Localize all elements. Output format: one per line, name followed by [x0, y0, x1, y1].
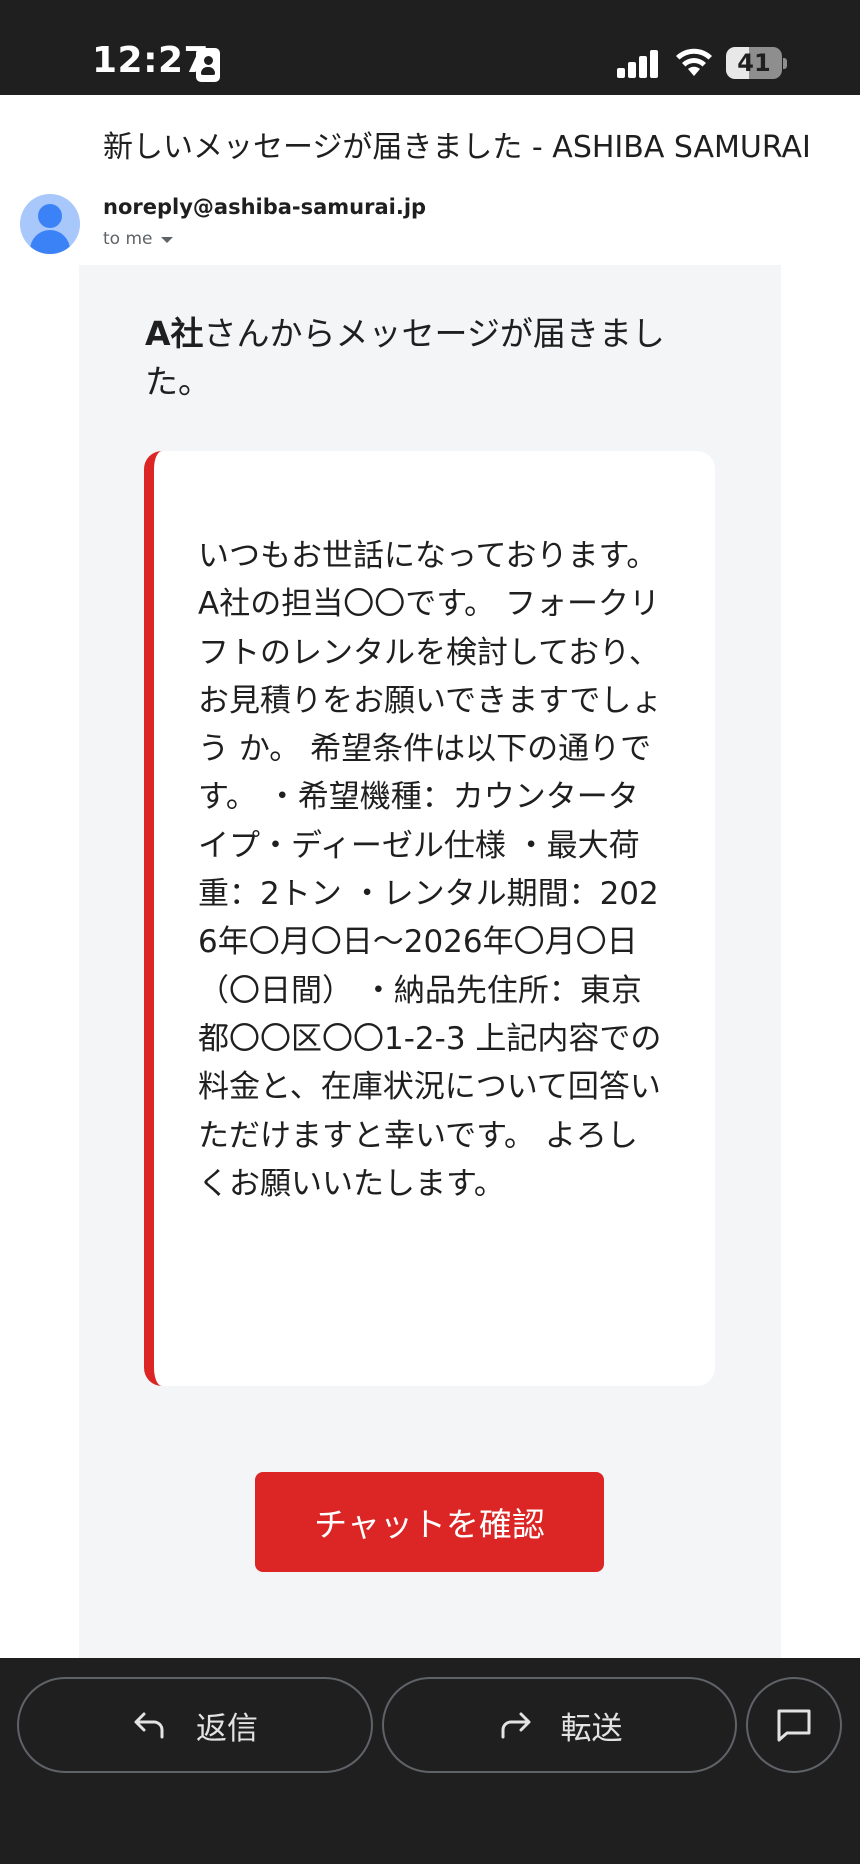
recipient-details-toggle[interactable]: to me [103, 229, 173, 249]
message-text: いつもお世話になっております。A社の担当〇〇です。 フォークリフトのレンタルを検… [198, 538, 663, 1202]
email-subject: 新しいメッセージが届きました - ASHIBA SAMURAI [103, 130, 811, 165]
reply-label: 返信 [196, 1710, 258, 1747]
sender-address[interactable]: noreply@ashiba-samurai.jp [103, 195, 426, 219]
caret-down-icon [160, 237, 173, 243]
status-time: 12:27 [92, 40, 210, 81]
contact-card-icon [196, 48, 220, 82]
recipient-label: to me [103, 229, 153, 249]
chat-bubble-icon [775, 1707, 813, 1743]
view-chat-button[interactable]: チャットを確認 [255, 1472, 604, 1572]
wifi-icon [674, 44, 714, 78]
intro-text: さんからメッセージが届きました。 [145, 314, 665, 401]
intro-company: A社 [145, 314, 204, 353]
chat-button[interactable] [746, 1677, 842, 1773]
reply-button[interactable]: 返信 [17, 1677, 373, 1773]
status-bar: 12:27 41 [0, 0, 860, 95]
forward-button[interactable]: 転送 [382, 1677, 737, 1773]
cellular-signal-icon [617, 48, 665, 78]
sender-avatar[interactable] [20, 194, 80, 254]
intro-heading: A社さんからメッセージが届きました。 [145, 310, 705, 406]
forward-icon [497, 1710, 533, 1740]
forward-label: 転送 [560, 1710, 623, 1747]
reply-icon [132, 1710, 168, 1740]
battery-icon: 41 [726, 47, 788, 79]
battery-percent: 41 [737, 49, 771, 77]
